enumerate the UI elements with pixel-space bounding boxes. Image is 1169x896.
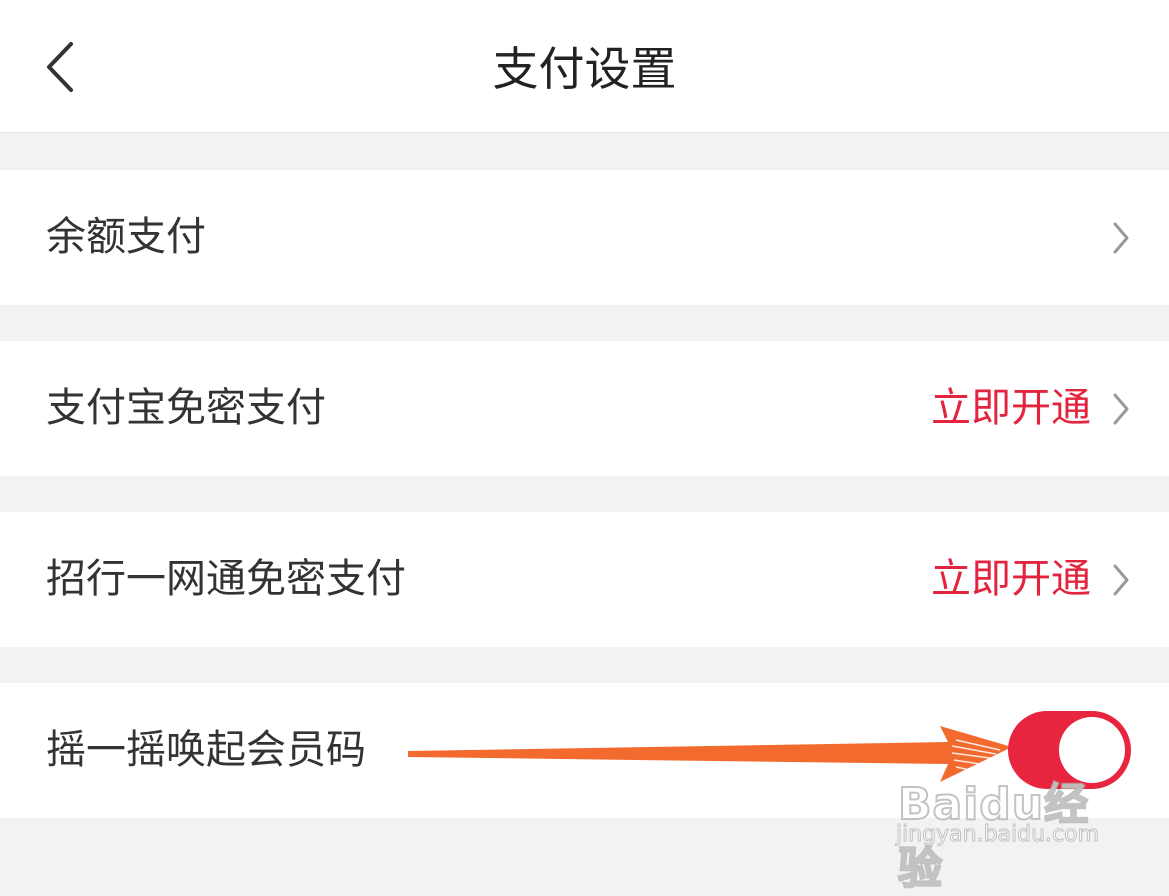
- activate-link[interactable]: 立即开通: [931, 341, 1091, 476]
- chevron-right-icon: [1113, 564, 1129, 595]
- row-cmb-password-free[interactable]: 招行一网通免密支付 立即开通: [0, 512, 1169, 647]
- chevron-right-icon: [1113, 393, 1129, 424]
- page-title: 支付设置: [492, 42, 677, 96]
- header-bar: 支付设置: [0, 0, 1169, 133]
- row-label: 招行一网通免密支付: [46, 556, 406, 602]
- row-label: 摇一摇唤起会员码: [46, 727, 366, 773]
- activate-link[interactable]: 立即开通: [931, 512, 1091, 647]
- watermark-url: jingyan.baidu.com: [895, 822, 1100, 848]
- shake-toggle-switch[interactable]: [1008, 711, 1131, 789]
- row-shake-member-code: 摇一摇唤起会员码: [0, 683, 1169, 818]
- row-label: 支付宝免密支付: [46, 385, 326, 431]
- row-alipay-password-free[interactable]: 支付宝免密支付 立即开通: [0, 341, 1169, 476]
- toggle-knob: [1059, 717, 1125, 783]
- chevron-right-icon: [1113, 222, 1129, 253]
- row-balance-payment[interactable]: 余额支付: [0, 170, 1169, 305]
- row-label: 余额支付: [46, 214, 206, 260]
